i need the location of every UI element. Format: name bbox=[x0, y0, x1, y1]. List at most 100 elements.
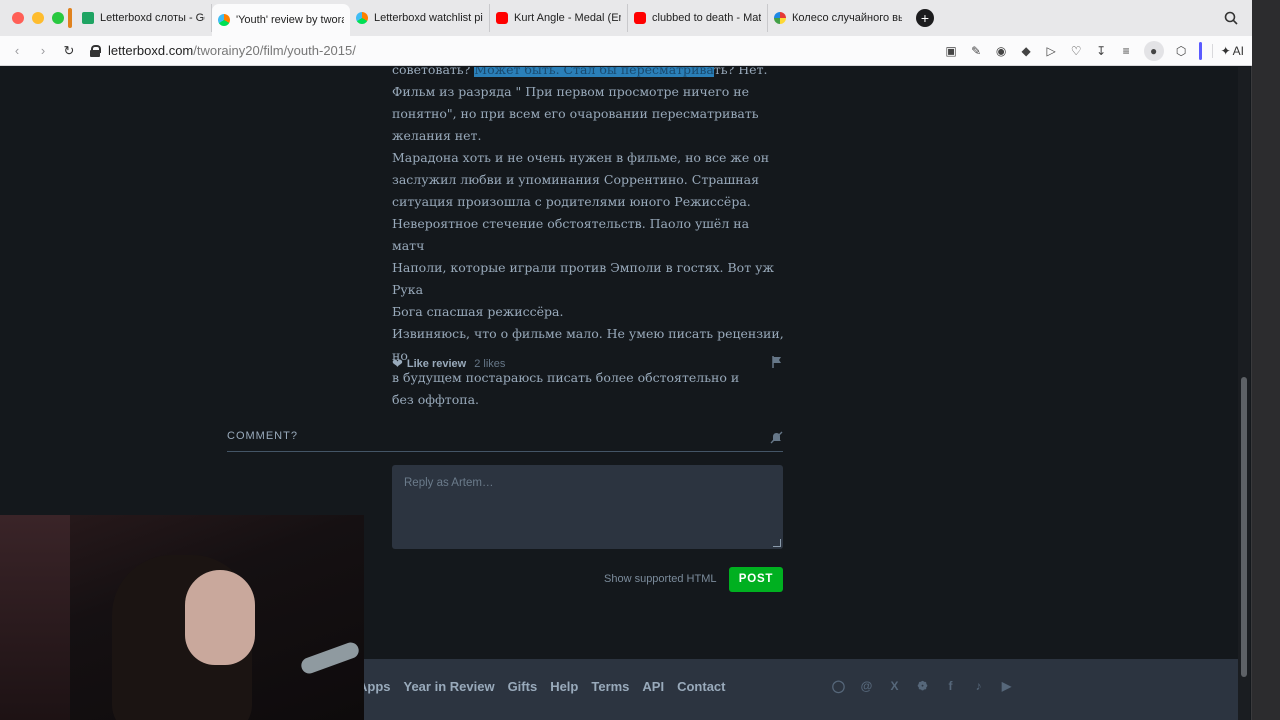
sidebar-indicator bbox=[1198, 42, 1202, 60]
review-text: понятно", но при всем его очаровании пер… bbox=[392, 106, 759, 121]
reader-view-icon[interactable]: ▣ bbox=[944, 44, 959, 59]
review-text: желания нет. bbox=[392, 128, 482, 143]
extension-icon[interactable]: ⬡ bbox=[1174, 44, 1189, 59]
facebook-icon[interactable]: f bbox=[942, 677, 959, 694]
tab-title: Колесо случайного выб bbox=[792, 12, 902, 24]
address-bar[interactable]: letterboxd.com/tworainy20/film/youth-201… bbox=[90, 43, 356, 58]
reply-textarea[interactable]: Reply as Artem… bbox=[392, 465, 783, 549]
review-line: Фильм из разряда " При первом просмотре … bbox=[392, 81, 784, 103]
ai-label: AI bbox=[1232, 44, 1244, 58]
back-button[interactable]: ‹ bbox=[4, 43, 30, 58]
review-text: Марадона хоть и не очень нужен в фильме,… bbox=[392, 150, 770, 165]
youtube-icon[interactable]: ▶ bbox=[998, 677, 1015, 694]
review-line: Марадона хоть и не очень нужен в фильме,… bbox=[392, 147, 784, 169]
tiktok-icon[interactable]: ♪ bbox=[970, 677, 987, 694]
review-text: без оффтопа. bbox=[392, 392, 480, 407]
flag-icon[interactable] bbox=[772, 356, 782, 368]
tab-youth-review[interactable]: 'Youth' review by tworai bbox=[212, 4, 350, 36]
review-text: Бога спасшая режиссёра. bbox=[392, 304, 564, 319]
review-actions: ❤ Like review 2 likes bbox=[392, 354, 784, 374]
close-window-button[interactable] bbox=[12, 12, 24, 24]
webcam-lamp bbox=[299, 640, 361, 676]
heart-icon[interactable]: ❤ bbox=[392, 356, 403, 372]
review-text: Фильм из разряда " При первом просмотре … bbox=[392, 84, 749, 99]
letterboxd-icon bbox=[218, 14, 230, 26]
review-line: Бога спасшая режиссёра. bbox=[392, 301, 784, 323]
tab-title: clubbed to death - Matri bbox=[652, 12, 761, 24]
ai-button[interactable]: ✦ AI bbox=[1211, 44, 1244, 58]
letterboxd-icon bbox=[356, 12, 368, 24]
review-text: Наполи, которые играли против Эмполи в г… bbox=[392, 260, 774, 297]
browser-toolbar: ‹ › ↻ letterboxd.com/tworainy20/film/you… bbox=[0, 36, 1252, 66]
tab-letterboxd-slots[interactable]: Letterboxd слоты - Goo bbox=[76, 4, 212, 32]
profile-icon[interactable]: ● bbox=[1143, 41, 1164, 61]
review-line: желания нет. bbox=[392, 125, 784, 147]
like-review-link[interactable]: Like review bbox=[407, 358, 466, 370]
edit-icon[interactable]: ✎ bbox=[969, 44, 984, 59]
review-text: ть? Нет. bbox=[713, 67, 768, 77]
x-icon[interactable]: X bbox=[886, 677, 903, 694]
review-text: Невероятное стечение обстоятельств. Паол… bbox=[392, 216, 750, 253]
sparkle-icon: ✦ bbox=[1220, 44, 1231, 58]
youtube-icon bbox=[634, 12, 646, 24]
download-icon[interactable]: ↧ bbox=[1094, 44, 1109, 59]
window-controls bbox=[12, 12, 68, 24]
page-scrollbar[interactable] bbox=[1238, 67, 1250, 720]
resize-handle[interactable] bbox=[773, 539, 781, 547]
play-icon[interactable]: ▷ bbox=[1044, 44, 1059, 59]
scrollbar-thumb[interactable] bbox=[1241, 377, 1247, 677]
tab-title: Kurt Angle - Medal (Entr bbox=[514, 12, 621, 24]
tab-title: 'Youth' review by tworai bbox=[236, 14, 344, 26]
tab-clubbed-to-death[interactable]: clubbed to death - Matri bbox=[628, 4, 768, 32]
footer-links: Apps Year in Review Gifts Help Terms API… bbox=[358, 679, 725, 694]
new-tab-button[interactable]: + bbox=[916, 9, 934, 27]
tab-random-wheel[interactable]: Колесо случайного выб bbox=[768, 4, 908, 32]
tab-kurt-angle[interactable]: Kurt Angle - Medal (Entr bbox=[490, 4, 628, 32]
youtube-icon bbox=[496, 12, 508, 24]
tab-title: Letterboxd watchlist pic bbox=[374, 12, 483, 24]
threads-icon[interactable]: @ bbox=[858, 677, 875, 694]
footer-link-contact[interactable]: Contact bbox=[677, 679, 725, 694]
tab-watchlist[interactable]: Letterboxd watchlist pic bbox=[350, 4, 490, 32]
review-line: без оффтопа. bbox=[392, 389, 784, 411]
webcam-face bbox=[185, 570, 255, 665]
sheets-icon bbox=[82, 12, 94, 24]
footer-link-api[interactable]: API bbox=[642, 679, 664, 694]
forward-button[interactable]: › bbox=[30, 43, 56, 58]
instagram-icon[interactable]: ◯ bbox=[830, 677, 847, 694]
notifications-off-icon[interactable] bbox=[770, 431, 783, 444]
webcam-background bbox=[0, 515, 70, 720]
zoom-window-button[interactable] bbox=[52, 12, 64, 24]
review-text: заслужил любви и упоминания Соррентино. … bbox=[392, 172, 759, 187]
url-domain: letterboxd.com bbox=[108, 43, 194, 58]
footer-link-gifts[interactable]: Gifts bbox=[508, 679, 538, 694]
review-line: ситуация произошла с родителями юного Ре… bbox=[392, 191, 784, 213]
likes-count[interactable]: 2 likes bbox=[474, 358, 505, 370]
screenshot-icon[interactable]: ◉ bbox=[994, 44, 1009, 59]
show-supported-html-link[interactable]: Show supported HTML bbox=[604, 573, 717, 585]
review-text: ситуация произошла с родителями юного Ре… bbox=[392, 194, 751, 209]
review-text: советовать? bbox=[392, 67, 475, 77]
post-button[interactable]: POST bbox=[729, 567, 783, 592]
footer-link-help[interactable]: Help bbox=[550, 679, 578, 694]
reload-button[interactable]: ↻ bbox=[56, 43, 82, 59]
toolbar-icons: ▣ ✎ ◉ ◆ ▷ ♡ ↧ ≡ ● ⬡ ✦ AI bbox=[944, 36, 1244, 66]
tab-group-marker bbox=[68, 8, 72, 28]
lock-icon bbox=[90, 44, 101, 57]
footer-link-year-in-review[interactable]: Year in Review bbox=[404, 679, 495, 694]
footer-link-terms[interactable]: Terms bbox=[591, 679, 629, 694]
review-line: понятно", но при всем его очаровании пер… bbox=[392, 103, 784, 125]
reply-placeholder: Reply as Artem… bbox=[404, 477, 494, 489]
review-line: советовать? Может быть. Стал бы пересмат… bbox=[392, 67, 784, 81]
menu-icon[interactable]: ≡ bbox=[1119, 44, 1134, 59]
heart-icon[interactable]: ♡ bbox=[1069, 44, 1084, 59]
desktop-background bbox=[1252, 0, 1280, 720]
search-tabs-icon[interactable] bbox=[1224, 11, 1238, 25]
tab-title: Letterboxd слоты - Goo bbox=[100, 12, 205, 24]
wheel-icon bbox=[774, 12, 786, 24]
bluesky-icon[interactable]: ❁ bbox=[914, 677, 931, 694]
minimize-window-button[interactable] bbox=[32, 12, 44, 24]
review-text-selection: Может быть. Стал бы пересматрива bbox=[474, 67, 714, 77]
review-line: Наполи, которые играли против Эмполи в г… bbox=[392, 257, 784, 301]
shield-icon[interactable]: ◆ bbox=[1019, 44, 1034, 59]
